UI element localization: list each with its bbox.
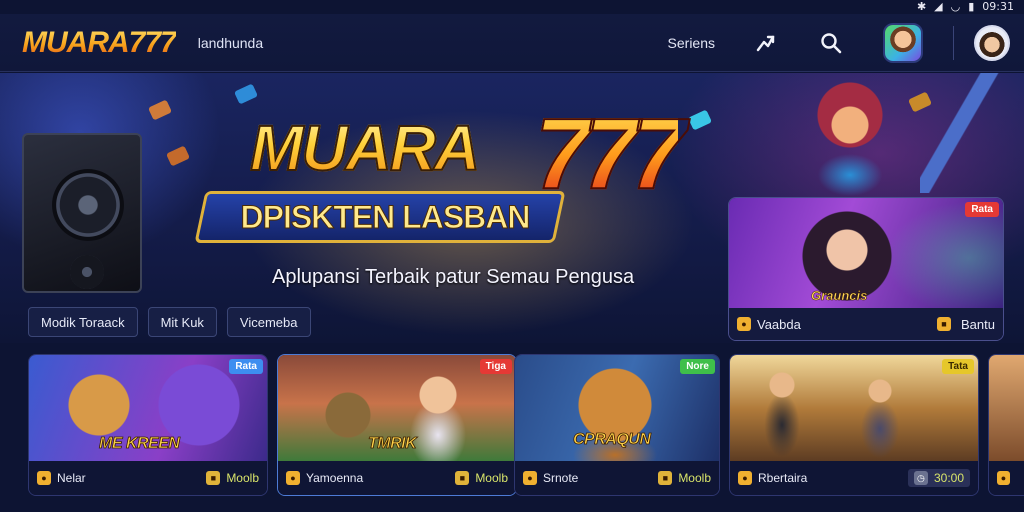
chip-3[interactable]: Vicemeba: [226, 307, 311, 337]
guitar-illustration: [920, 73, 1000, 193]
chip-1[interactable]: Modik Toraack: [28, 307, 138, 337]
game-card[interactable]: ME KREEN Rata ● Nelar ■ Moolb: [28, 354, 268, 496]
game-card-footer: ● Nelar ■ Moolb: [29, 461, 267, 495]
game-card-action[interactable]: Moolb: [226, 471, 259, 485]
speaker-illustration: [22, 133, 142, 293]
hero-title: MUARA: [249, 111, 481, 185]
bonus-icon: ■: [937, 317, 952, 331]
game-card-tag: Tata: [942, 359, 974, 374]
header-divider: [953, 25, 954, 60]
game-card-art: [730, 355, 978, 463]
game-card-label: Yamoenna: [306, 471, 364, 485]
search-icon[interactable]: [817, 29, 845, 57]
game-card[interactable]: TMRIK Tiga ● Yamoenna ■ Moolb: [277, 354, 517, 496]
game-card-footer: ● Rbertaira ◷ 30:00: [730, 461, 978, 495]
logo-text: MUARA777: [22, 25, 177, 59]
guitarist-illustration: [790, 79, 930, 199]
featured-game-card[interactable]: Grauncis Rata ● Vaabda ■ Bantu: [728, 197, 1004, 341]
bluetooth-icon: ✱: [916, 0, 927, 13]
timer-icon: ◷: [913, 471, 928, 485]
hero-tagline: Aplupansi Terbaik patur Semau Pengusa: [272, 266, 635, 288]
game-card-art: [989, 355, 1024, 463]
game-card-footer: ●: [989, 461, 1024, 495]
featured-right-label[interactable]: Bantu: [961, 317, 995, 332]
top-header: MUARA777 MUARA777 landhunda Seriens: [0, 14, 1024, 72]
nav-link[interactable]: landhunda: [198, 35, 263, 51]
game-card[interactable]: Tata ● Rbertaira ◷ 30:00: [729, 354, 979, 496]
confetti-decoration: [165, 145, 191, 167]
coin-icon: ●: [738, 471, 752, 485]
featured-game-art-title: Grauncis: [811, 288, 868, 304]
game-avatar[interactable]: [883, 22, 923, 63]
status-bar: ✱ ◢ ◡ ▮ 09:31: [854, 0, 1024, 14]
hero-logo: MUARA 777 DPISKTEN LASBAN: [194, 93, 740, 243]
bonus-icon: ■: [455, 471, 470, 485]
search-label[interactable]: Seriens: [668, 35, 715, 51]
bonus-icon: ■: [206, 471, 221, 485]
game-card-action[interactable]: Moolb: [475, 471, 508, 485]
game-card-action[interactable]: Moolb: [678, 471, 711, 485]
game-card-label: Nelar: [57, 471, 86, 485]
featured-card-footer: ● Vaabda ■ Bantu: [729, 308, 1003, 340]
share-icon[interactable]: [751, 29, 779, 57]
game-card-art-title: TMRIK: [368, 435, 417, 453]
filter-chips: Modik Toraack Mit Kuk Vicemeba: [28, 307, 311, 337]
confetti-decoration: [147, 99, 173, 121]
coin-icon: ●: [523, 471, 537, 485]
game-card-action[interactable]: 30:00: [934, 471, 964, 485]
chip-2[interactable]: Mit Kuk: [147, 307, 217, 337]
game-card-partial[interactable]: ●: [988, 354, 1024, 496]
coin-icon: ●: [286, 471, 300, 485]
game-card-tag: Nore: [680, 359, 715, 374]
bonus-icon: ■: [658, 471, 673, 485]
featured-left-label: Vaabda: [757, 316, 801, 332]
featured-tag: Rata: [965, 202, 999, 217]
logo[interactable]: MUARA777 MUARA777: [0, 25, 179, 61]
game-card-tag: Rata: [229, 359, 263, 374]
coin-icon: ●: [37, 471, 51, 485]
game-card-tag: Tiga: [479, 359, 512, 374]
coin-icon: ●: [997, 471, 1010, 485]
user-avatar[interactable]: [974, 24, 1010, 61]
signal-icon: ◢: [934, 0, 943, 13]
header-actions: Seriens: [668, 14, 1024, 71]
game-card-label: Rbertaira: [758, 471, 808, 485]
game-card-art-title: CPRAQUN: [573, 431, 652, 449]
game-card-art-title: ME KREEN: [99, 435, 181, 453]
game-card-footer: ● Srnote ■ Moolb: [515, 461, 719, 495]
coin-icon: ●: [737, 317, 751, 331]
game-card-label: Srnote: [543, 471, 579, 485]
game-card-footer: ● Yamoenna ■ Moolb: [278, 461, 516, 495]
battery-icon: ▮: [968, 0, 975, 13]
game-card[interactable]: CPRAQUN Nore ● Srnote ■ Moolb: [514, 354, 720, 496]
status-time: 09:31: [982, 0, 1014, 13]
wifi-icon: ◡: [950, 0, 961, 13]
hero-subtitle: DPISKTEN LASBAN: [240, 199, 531, 236]
